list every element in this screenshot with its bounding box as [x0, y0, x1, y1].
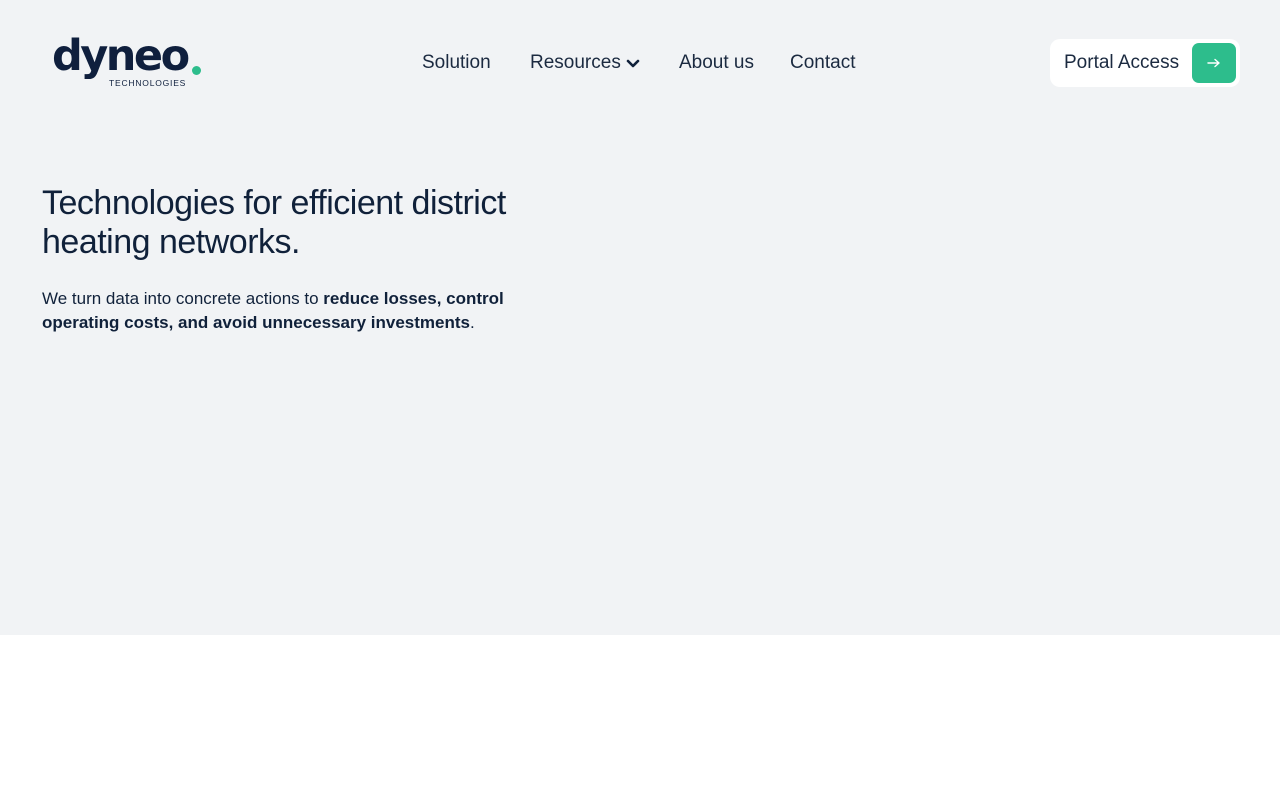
hero-intro-start: We turn data into concrete actions to — [42, 289, 324, 308]
nav-resources-dropdown[interactable]: Resources — [530, 50, 640, 76]
hero-section: dyneo TECHNOLOGIES Solution Resources Ab… — [0, 0, 1280, 635]
hero-intro-text: We turn data into concrete actions to re… — [42, 287, 522, 335]
nav-resources-label: Resources — [530, 52, 621, 73]
portal-access-button[interactable]: Portal Access — [1050, 39, 1240, 87]
logo-wordmark: dyneo — [52, 31, 190, 81]
logo-dot-icon — [192, 66, 201, 75]
hero-intro-end: . — [469, 313, 475, 332]
nav-solution-link[interactable]: Solution — [422, 50, 491, 76]
chevron-down-icon — [626, 59, 640, 68]
nav-about-link[interactable]: About us — [679, 50, 754, 76]
dyneo-logo[interactable]: dyneo TECHNOLOGIES — [52, 32, 202, 90]
arrow-right-icon — [1192, 43, 1236, 83]
nav-contact-link[interactable]: Contact — [790, 50, 855, 76]
portal-access-label: Portal Access — [1064, 52, 1180, 73]
logo-tagline: TECHNOLOGIES — [109, 78, 187, 88]
hero-headline: Technologies for efficient district heat… — [42, 184, 506, 261]
